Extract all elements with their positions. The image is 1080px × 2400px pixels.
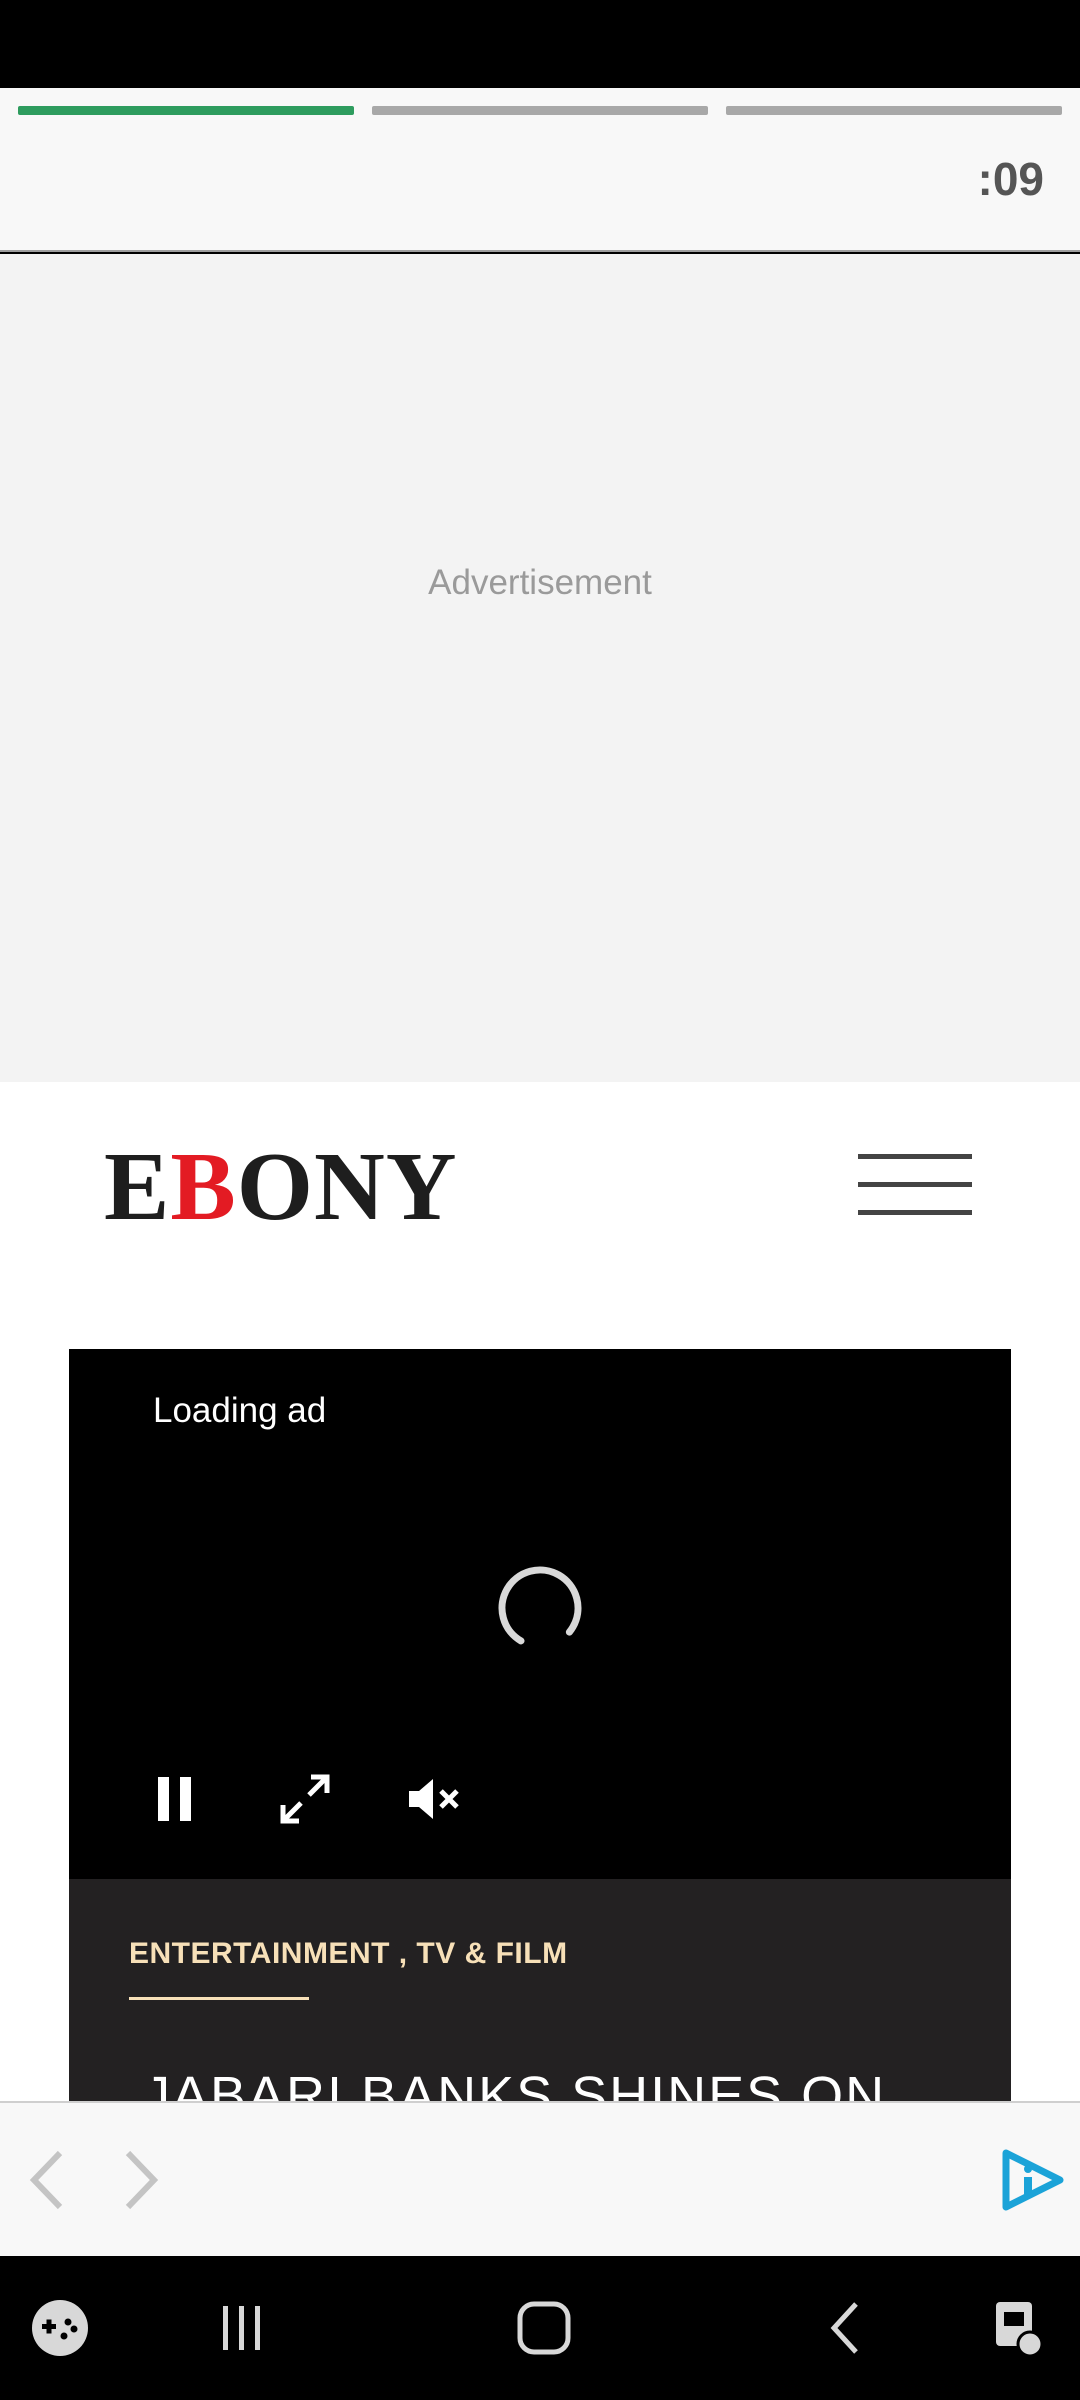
- home-icon[interactable]: [508, 2292, 580, 2364]
- logo-letter-e: E: [104, 1133, 171, 1241]
- category-underline: [129, 1997, 309, 2000]
- recent-apps-icon[interactable]: [206, 2292, 278, 2364]
- site-logo[interactable]: EBONY: [104, 1138, 458, 1236]
- article-category[interactable]: ENTERTAINMENT , TV & FILM: [129, 1937, 568, 1971]
- advertisement-label: Advertisement: [428, 563, 652, 602]
- mute-icon[interactable]: [405, 1769, 465, 1829]
- logo-letter-b: B: [170, 1133, 237, 1241]
- menu-line: [858, 1154, 972, 1159]
- article-card[interactable]: ENTERTAINMENT , TV & FILM JABARI BANKS S…: [69, 1879, 1011, 2102]
- article-title[interactable]: JABARI BANKS SHINES ON: [143, 2065, 886, 2102]
- story-progress: [18, 106, 1062, 115]
- video-player[interactable]: Loading ad: [69, 1349, 1011, 1879]
- video-loading-text: Loading ad: [153, 1391, 327, 1430]
- story-progress-segment-1: [18, 106, 354, 115]
- system-nav-bar: [0, 2256, 1080, 2400]
- menu-line: [858, 1210, 972, 1215]
- story-header: :09: [0, 88, 1080, 252]
- status-bar: [0, 0, 1080, 88]
- browser-brand-icon[interactable]: [998, 2145, 1068, 2215]
- forward-arrow-icon[interactable]: [110, 2145, 170, 2215]
- pause-icon[interactable]: [147, 1769, 207, 1829]
- game-launcher-icon[interactable]: [24, 2292, 96, 2364]
- screen: :09 Advertisement EBONY Loading ad ENTER…: [0, 0, 1080, 2400]
- menu-line: [858, 1182, 972, 1187]
- story-timer: :09: [977, 153, 1044, 205]
- screenshot-assist-icon[interactable]: [982, 2292, 1054, 2364]
- story-progress-segment-3: [726, 106, 1062, 115]
- back-icon[interactable]: [812, 2292, 884, 2364]
- story-progress-segment-2: [372, 106, 708, 115]
- back-arrow-icon[interactable]: [20, 2145, 80, 2215]
- site-header: EBONY: [0, 1082, 1080, 1252]
- browser-bottom-nav: [0, 2101, 1080, 2256]
- logo-letters-ony: ONY: [236, 1133, 458, 1241]
- fullscreen-icon[interactable]: [275, 1769, 335, 1829]
- advertisement-block[interactable]: Advertisement: [0, 254, 1080, 1082]
- loading-spinner-icon: [498, 1566, 582, 1650]
- hamburger-icon[interactable]: [858, 1152, 972, 1218]
- web-page: EBONY Loading ad ENTERTAINMENT , TV & FI…: [0, 1082, 1080, 2102]
